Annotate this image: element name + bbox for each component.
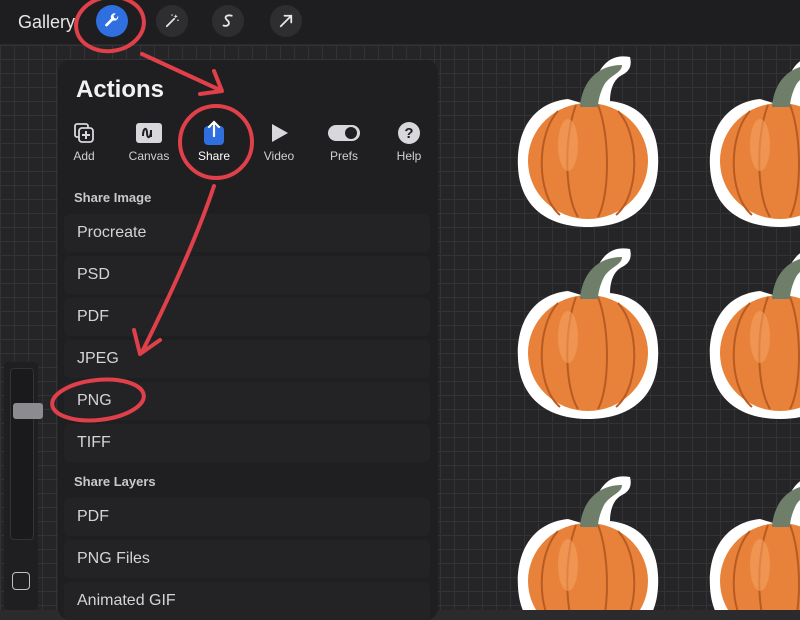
brush-sidebar [4, 362, 43, 610]
section-share-image: Share Image [74, 190, 152, 205]
gallery-button[interactable]: Gallery [18, 12, 75, 33]
share-jpeg[interactable]: JPEG [64, 340, 430, 378]
share-icon [204, 120, 224, 145]
share-png[interactable]: PNG [64, 382, 430, 420]
share-pdf[interactable]: PDF [64, 298, 430, 336]
actions-tabs: Add Canvas Share Video Prefs ? Help [58, 120, 438, 170]
selection-s-icon [222, 14, 233, 27]
share-psd[interactable]: PSD [64, 256, 430, 294]
share-tiff[interactable]: TIFF [64, 424, 430, 462]
magic-wand-icon [165, 14, 179, 28]
panel-title: Actions [76, 76, 165, 103]
share-procreate[interactable]: Procreate [64, 214, 430, 252]
tab-help[interactable]: ? Help [379, 120, 439, 163]
transform-arrow-icon [279, 14, 293, 28]
transform-button[interactable] [270, 5, 302, 37]
add-icon [74, 123, 94, 143]
section-share-layers: Share Layers [74, 474, 156, 489]
selection-button[interactable] [212, 5, 244, 37]
pumpkin-stickers [516, 55, 800, 610]
drawing-canvas[interactable] [440, 45, 800, 610]
brush-size-thumb[interactable] [13, 403, 43, 419]
modify-button[interactable] [12, 572, 30, 590]
actions-wrench-button[interactable] [96, 5, 128, 37]
tab-prefs[interactable]: Prefs [314, 120, 374, 163]
canvas-icon [136, 123, 162, 143]
layers-pdf[interactable]: PDF [64, 498, 430, 536]
layers-animated-gif[interactable]: Animated GIF [64, 582, 430, 620]
wrench-icon [105, 13, 119, 27]
tab-canvas[interactable]: Canvas [119, 120, 179, 163]
layers-png-files[interactable]: PNG Files [64, 540, 430, 578]
adjustments-button[interactable] [156, 5, 188, 37]
tab-video[interactable]: Video [249, 120, 309, 163]
brush-size-slider[interactable] [10, 368, 43, 540]
top-toolbar: Gallery [0, 0, 800, 45]
tab-add[interactable]: Add [54, 120, 114, 163]
play-icon [272, 124, 288, 142]
toggle-icon [328, 125, 360, 141]
svg-text:?: ? [404, 125, 413, 142]
actions-panel: Actions Add Canvas Share Video Prefs ? H… [58, 60, 438, 620]
help-icon: ? [398, 122, 420, 144]
tab-share[interactable]: Share [184, 120, 244, 163]
